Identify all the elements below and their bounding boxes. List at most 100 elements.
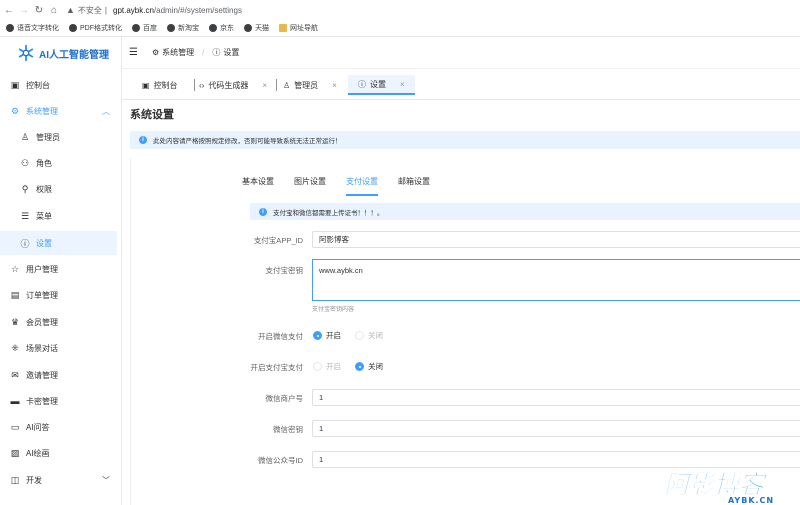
info-icon: i	[139, 136, 147, 144]
tab-image-settings[interactable]: 图片设置	[294, 176, 326, 196]
radio-dot	[355, 331, 364, 340]
address-bar[interactable]: ▲ 不安全 | gpt.aybk.cn /admin/#/system/sett…	[66, 2, 242, 18]
sidebar-item-permissions[interactable]: ⚲ 权限	[0, 177, 122, 201]
folder-icon	[279, 24, 287, 32]
tab-dashboard[interactable]: ▣ 控制台	[142, 75, 178, 95]
wechat-pay-radio-group: 开启 关闭	[313, 330, 397, 341]
sidebar-item-users[interactable]: ☆ 用户管理	[0, 257, 122, 281]
wechat-key-label: 微信密钥	[273, 425, 303, 434]
collapse-menu-icon[interactable]: ☰	[129, 47, 138, 58]
alert-text: 支付宝和微信都需要上传证书！！！。	[273, 209, 384, 217]
page-title: 系统设置	[130, 109, 174, 121]
bookmark-item[interactable]: 语音文字转化	[6, 23, 59, 33]
sidebar-item-label: 设置	[36, 238, 52, 248]
sidebar-item-system[interactable]: ⚙ 系统管理 ︿	[0, 99, 122, 123]
bookmark-label: 网址导航	[290, 25, 318, 32]
sidebar-item-orders[interactable]: ▤ 订单管理	[0, 283, 122, 307]
clipboard-icon: ▤	[10, 289, 20, 300]
radio-dot	[355, 362, 364, 371]
wechat-key-input[interactable]: 1	[312, 420, 800, 437]
sidebar-item-label: 管理员	[36, 132, 60, 142]
watermark-subtext: AYBK.CN	[728, 496, 774, 505]
info-icon: ⓘ	[212, 48, 221, 57]
sidebar-item-scenes[interactable]: ⁜ 场景对话	[0, 336, 122, 360]
sidebar-item-label: 用户管理	[26, 264, 58, 274]
sidebar-item-label: 开发	[26, 475, 42, 485]
sidebar-item-ai-draw[interactable]: ▨ AI绘画	[0, 441, 122, 465]
close-icon[interactable]: ×	[262, 81, 267, 90]
picture-icon: ▨	[10, 447, 20, 458]
sidebar-item-label: 卡密管理	[26, 396, 58, 406]
wechat-pay-label: 开启微信支付	[258, 332, 303, 341]
watermark-logo: 阿影博客 AYBK.CN	[664, 470, 774, 505]
breadcrumb-item: 设置	[223, 48, 240, 57]
wechat-pay-on-radio[interactable]: 开启	[313, 330, 341, 341]
bookmark-item[interactable]: 京东	[209, 23, 234, 33]
sidebar-item-ai-qa[interactable]: ▭ AI问答	[0, 415, 122, 439]
alipay-app-id-input[interactable]: 阿影博客	[312, 231, 800, 248]
tab-divider	[276, 79, 277, 91]
security-label[interactable]: 不安全	[78, 5, 102, 16]
sidebar-item-settings[interactable]: ⓘ 设置	[0, 231, 117, 255]
wechat-mch-input[interactable]: 1	[312, 389, 800, 406]
bookmark-item[interactable]: 网址导航	[279, 23, 318, 33]
globe-icon	[69, 24, 77, 32]
tab-email-settings[interactable]: 邮箱设置	[398, 176, 430, 196]
tab-admins[interactable]: ♙ 管理员 ×	[283, 75, 337, 95]
back-icon[interactable]: ←	[3, 3, 15, 17]
brand-logo[interactable]: AI人工智能管理	[0, 37, 121, 69]
sidebar-item-label: AI问答	[26, 422, 50, 432]
sidebar-item-label: 角色	[36, 158, 52, 168]
sidebar-item-roles[interactable]: ⚇ 角色	[0, 151, 122, 175]
tab-divider	[194, 79, 195, 91]
crown-icon: ♛	[10, 316, 20, 327]
bookmark-item[interactable]: PDF格式转化	[69, 23, 122, 33]
warning-alert: i 此处内容请严格按照规定修改，否则可能导致系统无法正常运行！	[130, 131, 800, 149]
tab-code-generator[interactable]: ‹› 代码生成器 ×	[199, 75, 267, 95]
chat-icon: ▭	[10, 421, 20, 432]
breadcrumb: ⚙ 系统管理 / ⓘ 设置	[152, 47, 239, 58]
home-icon[interactable]: ⌂	[48, 3, 60, 17]
settings-tabs: 基本设置 图片设置 支付设置 邮箱设置	[242, 176, 450, 196]
sidebar-item-invites[interactable]: ✉ 邀请管理	[0, 363, 122, 387]
gear-icon: ⚙	[151, 48, 160, 57]
alipay-app-id-label: 支付宝APP_ID	[253, 236, 303, 245]
url-host[interactable]: gpt.aybk.cn	[113, 6, 154, 15]
breadcrumb-item[interactable]: 系统管理	[162, 47, 194, 58]
bookmark-label: 天猫	[255, 25, 269, 32]
alipay-pay-on-radio[interactable]: 开启	[313, 361, 341, 372]
payment-alert: i 支付宝和微信都需要上传证书！！！。	[250, 203, 800, 220]
warning-icon[interactable]: ▲	[66, 5, 75, 15]
bookmark-item[interactable]: 天猫	[244, 23, 269, 33]
tab-settings[interactable]: ⓘ 设置 ×	[348, 75, 415, 95]
breadcrumb-separator: /	[202, 48, 205, 57]
bookmark-item[interactable]: 百度	[132, 23, 157, 33]
tab-payment-settings[interactable]: 支付设置	[346, 176, 378, 196]
sidebar-item-members[interactable]: ♛ 会员管理	[0, 310, 122, 334]
wechat-mch-label: 微信商户号	[265, 394, 304, 403]
bookmark-item[interactable]: 新淘宝	[167, 23, 199, 33]
browser-toolbar: ← → ↻ ⌂ ▲ 不安全 | gpt.aybk.cn /admin/#/sys…	[0, 0, 800, 20]
sidebar-item-label: 订单管理	[26, 290, 58, 300]
wechat-appid-input[interactable]: 1	[312, 451, 800, 468]
alipay-key-textarea[interactable]: www.aybk.cn	[312, 259, 800, 301]
url-path[interactable]: /admin/#/system/settings	[154, 6, 242, 15]
sidebar-item-menus[interactable]: ☰ 菜单	[0, 204, 122, 228]
tab-label: 控制台	[153, 80, 178, 90]
close-icon[interactable]: ×	[332, 81, 337, 90]
reload-icon[interactable]: ↻	[33, 3, 45, 17]
sidebar-item-admins[interactable]: ♙ 管理员	[0, 125, 122, 149]
sidebar-item-dashboard[interactable]: ▣ 控制台	[0, 73, 122, 97]
chevron-up-icon: ︿	[102, 106, 110, 116]
bookmarks-bar: 语音文字转化 PDF格式转化 百度 新淘宝 京东 天猫 网址导航	[0, 20, 800, 37]
key-icon: ⚲	[21, 183, 29, 194]
sidebar-item-cards[interactable]: ▬ 卡密管理	[0, 389, 122, 413]
wechat-pay-off-radio[interactable]: 关闭	[355, 330, 383, 341]
close-icon[interactable]: ×	[400, 80, 405, 89]
role-icon: ⚇	[20, 157, 30, 168]
sidebar-item-dev[interactable]: ◫ 开发 ﹀	[0, 468, 122, 492]
forward-icon[interactable]: →	[18, 3, 30, 17]
alipay-pay-off-radio[interactable]: 关闭	[355, 361, 383, 372]
tab-basic-settings[interactable]: 基本设置	[242, 176, 274, 196]
monitor-icon: ▣	[142, 80, 150, 90]
